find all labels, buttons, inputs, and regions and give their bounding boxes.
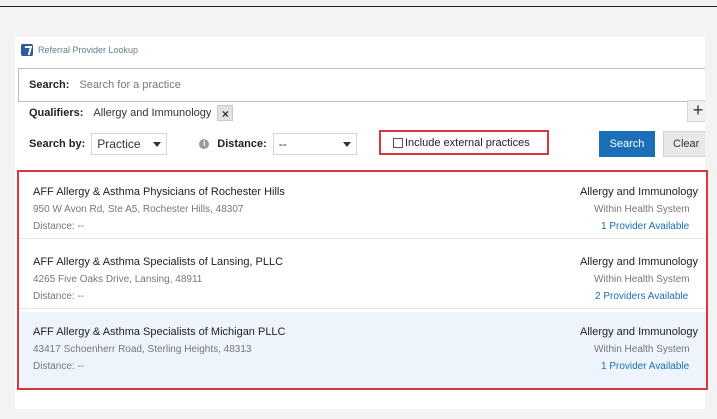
- distance-select[interactable]: --: [272, 133, 357, 155]
- practice-name[interactable]: AFF Allergy & Asthma Specialists of Lans…: [33, 256, 283, 268]
- distance-label: Distance:: [217, 138, 267, 150]
- practice-name[interactable]: AFF Allergy & Asthma Specialists of Mich…: [33, 326, 286, 338]
- search-by-label: Search by:: [29, 138, 86, 150]
- result-row[interactable]: AFF Allergy & Asthma Specialists of Mich…: [19, 312, 706, 388]
- info-icon[interactable]: i: [199, 139, 210, 149]
- include-external-toggle[interactable]: Include external practices: [379, 130, 549, 155]
- search-label: Search:: [29, 79, 70, 91]
- practice-health-system: Within Health System: [594, 344, 690, 355]
- chevron-down-icon: [342, 141, 351, 147]
- top-divider: [0, 6, 717, 7]
- practice-health-system: Within Health System: [594, 274, 690, 285]
- practice-specialty: Allergy and Immunology: [580, 256, 699, 268]
- search-bar: Search:: [18, 68, 705, 102]
- add-qualifier-button[interactable]: +: [687, 100, 705, 122]
- providers-available-link[interactable]: 1 Provider Available: [601, 221, 689, 232]
- search-by-select[interactable]: Practice: [91, 133, 168, 155]
- qualifier-chip-label: Allergy and Immunology: [93, 107, 212, 119]
- practice-distance: Distance: --: [33, 361, 85, 372]
- remove-qualifier-button[interactable]: ×: [217, 105, 234, 121]
- providers-available-link[interactable]: 1 Provider Available: [601, 361, 689, 372]
- clear-button[interactable]: Clear: [663, 131, 705, 157]
- title-bar: Referral Provider Lookup: [15, 37, 705, 63]
- include-external-checkbox[interactable]: [393, 137, 403, 148]
- qualifiers-label: Qualifiers:: [29, 107, 84, 119]
- providers-available-link[interactable]: 2 Providers Available: [595, 291, 688, 302]
- practice-health-system: Within Health System: [594, 204, 690, 215]
- qualifier-chip: Allergy and Immunology ×: [93, 105, 234, 121]
- practice-distance: Distance: --: [33, 221, 85, 232]
- window-title: Referral Provider Lookup: [38, 45, 139, 55]
- practice-name[interactable]: AFF Allergy & Asthma Physicians of Roche…: [33, 186, 285, 198]
- practice-specialty: Allergy and Immunology: [580, 326, 699, 338]
- result-row[interactable]: AFF Allergy & Asthma Physicians of Roche…: [19, 172, 706, 239]
- search-by-value: Practice: [97, 137, 141, 151]
- results-list: AFF Allergy & Asthma Physicians of Roche…: [17, 170, 708, 390]
- chevron-down-icon: [153, 141, 162, 147]
- practice-distance: Distance: --: [33, 291, 85, 302]
- search-button[interactable]: Search: [599, 131, 655, 157]
- filter-row: Search by: Practice i Distance: --: [29, 132, 357, 156]
- app-logo-icon: [21, 44, 33, 56]
- include-external-label: Include external practices: [405, 136, 530, 149]
- result-row[interactable]: AFF Allergy & Asthma Specialists of Lans…: [19, 242, 706, 309]
- qualifiers-row: Qualifiers: Allergy and Immunology ×: [29, 103, 234, 123]
- practice-address: 43417 Schoenherr Road, Sterling Heights,…: [33, 344, 252, 355]
- distance-value: --: [278, 137, 287, 151]
- practice-address: 4265 Five Oaks Drive, Lansing, 48911: [33, 274, 203, 285]
- practice-specialty: Allergy and Immunology: [580, 186, 699, 198]
- search-input[interactable]: [77, 78, 642, 92]
- practice-address: 950 W Avon Rd, Ste A5, Rochester Hills, …: [33, 204, 244, 215]
